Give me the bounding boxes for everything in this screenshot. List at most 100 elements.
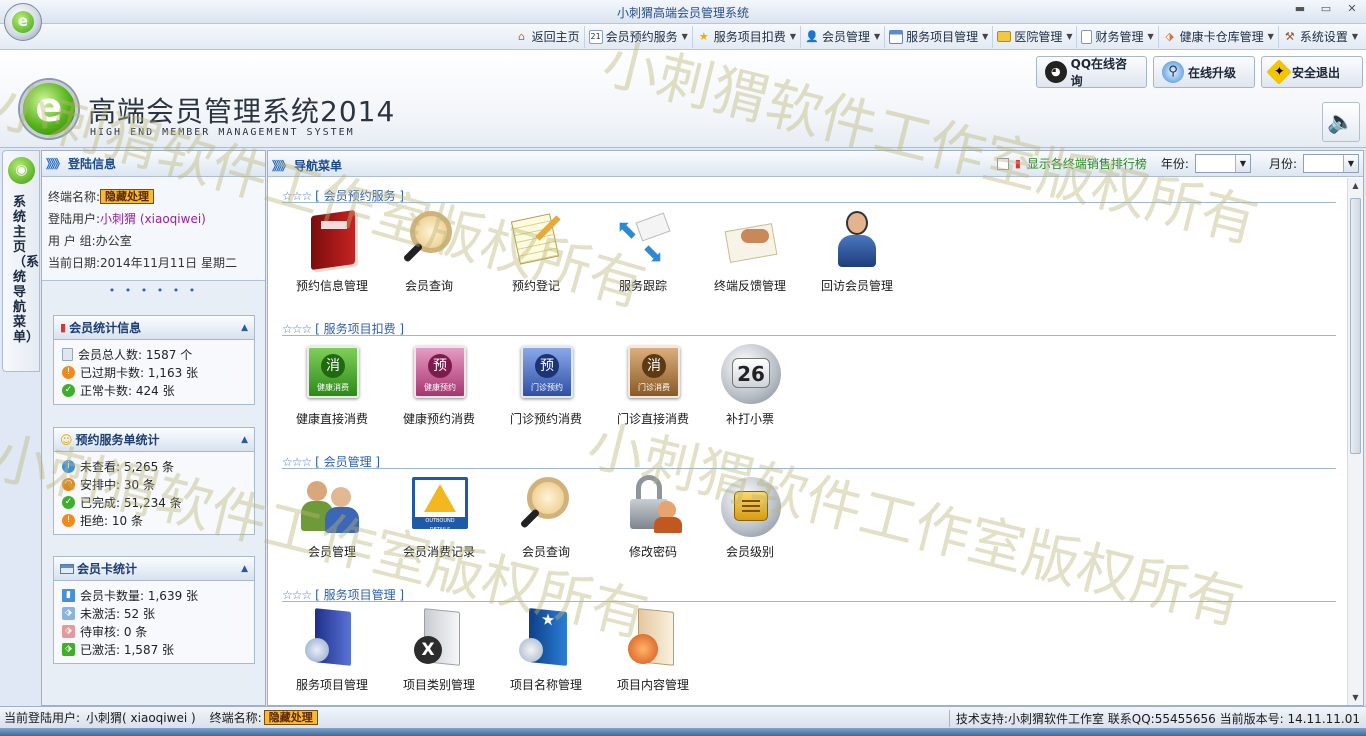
menu-booking[interactable]: 21 会员预约服务 ▼ (583, 25, 692, 48)
chevron-down-icon: ▼ (1351, 32, 1358, 41)
login-info-header: 》》》 登陆信息 (42, 151, 265, 177)
check-icon: ✓ (62, 383, 75, 397)
card-icon (60, 563, 74, 574)
menu-finance[interactable]: 财务管理 ▼ (1076, 25, 1157, 48)
member-stats-header[interactable]: ▮ 会员统计信息 ▲ (54, 316, 254, 340)
tile-member-query[interactable]: 会员查询 (379, 209, 479, 301)
qq-consult-button[interactable]: ◕ QQ在线咨询 (1036, 56, 1147, 88)
tile-booking-register[interactable]: 预约登记 (486, 209, 586, 301)
tile-terminal-feedback[interactable]: 终端反馈管理 (700, 209, 800, 301)
tag-icon: ⬗ (62, 624, 75, 638)
system-home-tab[interactable]: ◉ 系统主页（系统导航菜单） (2, 150, 40, 372)
star-icon: ★ (698, 29, 709, 43)
tile-consume-records[interactable]: OUTBOUND DETAILS 会员消费记录 (389, 475, 489, 567)
calendar-26-icon: 26 (719, 342, 781, 404)
window-controls: ▬ ▭ ✕ (1294, 2, 1358, 15)
tile-health-booking[interactable]: 预健康预约 健康预约消费 (389, 342, 489, 434)
card-stats-header[interactable]: 会员卡统计 ▲ (54, 557, 254, 581)
tile-reprint-ticket[interactable]: 26 补打小票 (700, 342, 800, 434)
signing-hand-icon (719, 209, 781, 271)
menu-settings[interactable]: ⚒ 系统设置 ▼ (1277, 25, 1362, 48)
headset-person-icon (826, 209, 888, 271)
window-title: 小刺猬高端会员管理系统 (616, 6, 749, 20)
chevron-down-icon: ▼ (1234, 155, 1250, 172)
chevron-down-icon: ▼ (1267, 32, 1274, 41)
user-row: 登陆用户: 小刺猬 (xiaoqiwei) (48, 211, 206, 226)
exit-sign-icon: ✦ (1266, 59, 1292, 85)
chevron-up-icon[interactable]: ▲ (241, 564, 248, 574)
close-button[interactable]: ✕ (1346, 2, 1358, 15)
section-booking: ☆☆☆ [ 会员预约服务 ] 预约信息管理 会员查询 预约登记 ⬉ ⬊ 服务跟踪 … (282, 187, 1336, 303)
menu-service[interactable]: 服务项目管理 ▼ (884, 25, 992, 48)
chevron-down-icon: ▼ (681, 32, 688, 41)
brand-subtitle: HIGH END MEMBER MANAGEMENT SYSTEM (90, 127, 355, 138)
tile-member-query-2[interactable]: 会员查询 (496, 475, 596, 567)
user-group: 办公室 (95, 233, 132, 248)
chevron-up-icon[interactable]: ▲ (241, 435, 248, 445)
tile-change-password[interactable]: 修改密码 (603, 475, 703, 567)
scroll-up-icon[interactable]: ▲ (1348, 178, 1363, 193)
tile-health-direct[interactable]: 消健康消费 健康直接消费 (282, 342, 382, 434)
folder-icon (997, 31, 1012, 42)
stat-row: i 未查看: 5,265 条 (62, 457, 246, 475)
tile-service-tracking[interactable]: ⬉ ⬊ 服务跟踪 (593, 209, 693, 301)
tile-revisit-member[interactable]: 回访会员管理 (807, 209, 907, 301)
maximize-button[interactable]: ▭ (1320, 2, 1332, 15)
stat-row: ▮ 会员卡数量: 1,639 张 (62, 586, 246, 604)
vertical-scrollbar[interactable]: ▲ ▼ (1347, 178, 1363, 705)
menu-deduct[interactable]: ★ 服务项目扣费 ▼ (691, 25, 800, 48)
tile-booking-info[interactable]: 预约信息管理 (282, 209, 382, 301)
sales-ranking-link[interactable]: 显示各终端销售排行榜 (1027, 155, 1147, 172)
chevron-down-icon: ▼ (982, 32, 989, 41)
chevron-right-icon: 》》》 (272, 159, 292, 173)
qq-penguin-icon: ◕ (1045, 61, 1067, 83)
booking-stats-header[interactable]: ☺ 预约服务单统计 ▲ (54, 428, 254, 452)
tile-item-category[interactable]: X 项目类别管理 (389, 608, 489, 700)
chevron-down-icon: ▼ (873, 32, 881, 41)
system-home-tab-label: 系统主页（系统导航菜单） (13, 195, 40, 345)
user-name: 小刺猬 (xiaoqiwei) (100, 211, 206, 226)
tile-item-name[interactable]: ★ 项目名称管理 (496, 608, 596, 700)
calendar-icon: 21 (588, 29, 603, 44)
rank-checkbox[interactable] (996, 157, 1009, 170)
speaker-icon[interactable]: 🔈 (1322, 102, 1360, 142)
member-stats-body: 会员总人数: 1587 个 ! 已过期卡数: 1,163 张 ✓ 正常卡数: 424… (54, 340, 254, 404)
menu-hospital[interactable]: 医院管理 ▼ (992, 25, 1076, 48)
level-badge-icon (719, 475, 781, 537)
tile-member-level[interactable]: 会员级别 (700, 475, 800, 567)
month-select[interactable]: ▼ (1303, 154, 1359, 173)
group-row: 用 户 组: 办公室 (48, 233, 132, 248)
safe-logout-button[interactable]: ✦ 安全退出 (1261, 56, 1363, 88)
year-select[interactable]: ▼ (1194, 154, 1251, 173)
bar-chart-icon: ▮ (1014, 157, 1021, 170)
menu-card-warehouse[interactable]: ⬗ 健康卡仓库管理 ▼ (1157, 25, 1278, 48)
menu-member[interactable]: 👤 会员管理 ▼ (799, 25, 884, 48)
tile-clinic-direct[interactable]: 消门诊消费 门诊直接消费 (603, 342, 703, 434)
current-date: 2014年11月11日 星期二 (100, 255, 237, 270)
section-title: ☆☆☆ [ 会员预约服务 ] (282, 187, 1336, 203)
minimize-button[interactable]: ▬ (1294, 2, 1306, 15)
app-logo-icon[interactable]: e (4, 3, 42, 41)
app-header: e 高端会员管理系统2014 HIGH END MEMBER MANAGEMEN… (0, 50, 1366, 148)
scroll-thumb[interactable] (1350, 198, 1361, 454)
tile-member-manage[interactable]: 会员管理 (282, 475, 382, 567)
chevron-up-icon[interactable]: ▲ (241, 323, 248, 333)
notepad-pencil-icon (505, 209, 567, 271)
tile-service-item-manage[interactable]: 服务项目管理 (282, 608, 382, 700)
online-upgrade-button[interactable]: ⚲ 在线升级 (1153, 56, 1255, 88)
section-member: ☆☆☆ [ 会员管理 ] 会员管理 OUTBOUND DETAILS 会员消费记… (282, 453, 1336, 569)
stat-row: ◠ 安排中: 30 条 (62, 475, 246, 493)
clinic-booking-card-icon: 预门诊预约 (515, 342, 577, 404)
user-icon: 👤 (805, 29, 819, 43)
health-consume-card-icon: 消健康消费 (301, 342, 363, 404)
splitter-dots[interactable]: • • • • • • (42, 281, 265, 301)
tile-clinic-booking[interactable]: 预门诊预约 门诊预约消费 (496, 342, 596, 434)
tag-icon: ⬗ (62, 606, 75, 620)
magnifier-icon: ⚲ (1162, 61, 1184, 83)
menu-home[interactable]: ⌂ 返回主页 (511, 26, 584, 48)
tile-item-content[interactable]: 项目内容管理 (603, 608, 703, 700)
warning-icon: ! (62, 365, 75, 379)
brand-logo-icon: e (20, 80, 78, 138)
scroll-down-icon[interactable]: ▼ (1348, 690, 1363, 705)
month-label: 月份: (1268, 157, 1297, 171)
